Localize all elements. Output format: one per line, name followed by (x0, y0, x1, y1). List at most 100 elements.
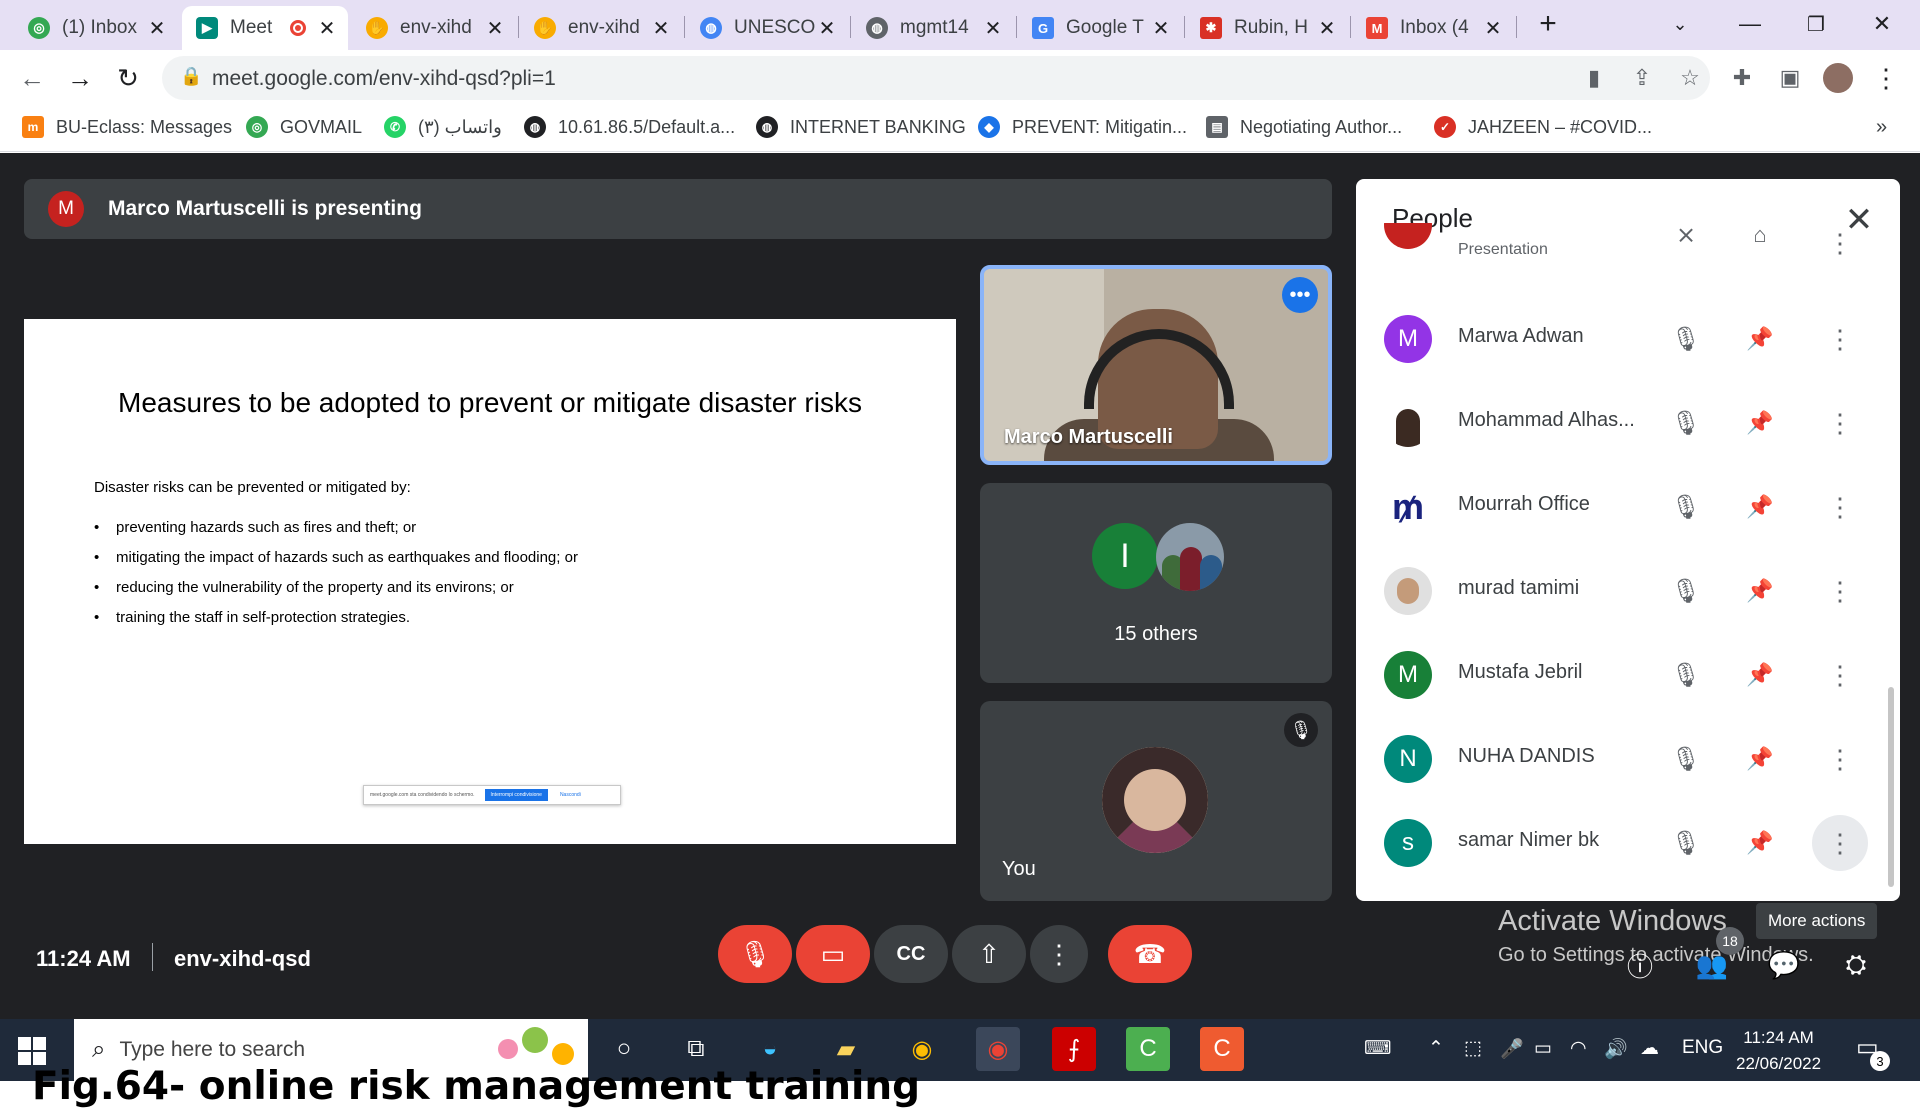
new-tab-button[interactable]: + (1520, 4, 1576, 44)
close-icon[interactable]: ✕ (146, 16, 168, 41)
more-vert-icon[interactable]: ⋮ (1812, 223, 1868, 267)
onedrive-icon[interactable]: ☁ (1640, 1037, 1659, 1060)
bookmark-whatsapp[interactable]: ✆ واتساب (٣) (384, 116, 502, 138)
more-vert-icon[interactable]: ⋮ (1812, 395, 1868, 451)
minimize-button[interactable]: — (1720, 4, 1780, 44)
more-vert-icon[interactable]: ⋮ (1812, 647, 1868, 703)
close-icon[interactable]: ✕ (982, 16, 1004, 41)
meeting-details-icon[interactable]: ⓘ (1618, 943, 1662, 987)
bookmark-star-icon[interactable]: ☆ (1672, 60, 1708, 96)
reload-button[interactable]: ↻ (110, 60, 146, 96)
bookmark-eclass[interactable]: m BU-Eclass: Messages (22, 116, 232, 138)
reading-mode-icon[interactable]: ▣ (1772, 60, 1808, 96)
more-vert-icon[interactable]: ⋮ (1812, 311, 1868, 367)
address-bar[interactable]: 🔒 meet.google.com/env-xihd-qsd?pli=1 ▮ ⇪… (162, 56, 1710, 100)
bookmark-prevent[interactable]: ◆ PREVENT: Mitigatin... (978, 116, 1187, 138)
pin-icon[interactable]: 📌 (1740, 739, 1780, 779)
others-tile[interactable]: I 15 others (980, 483, 1332, 683)
mic-off-icon[interactable]: 🎙 (1666, 487, 1706, 527)
more-options-button[interactable]: ⋮ (1030, 925, 1088, 983)
participant-row[interactable]: s samar Nimer bk 🎙 📌 ⋮ (1356, 799, 1896, 883)
bookmark-negotiating[interactable]: ▤ Negotiating Author... (1206, 116, 1402, 138)
mic-toggle-button[interactable]: 🎙 (718, 925, 792, 983)
chrome-menu-icon[interactable]: ⋮ (1868, 60, 1904, 96)
mic-off-icon[interactable]: 🎙 (1666, 823, 1706, 863)
pin-icon[interactable]: 📌 (1740, 823, 1780, 863)
tab-unesco[interactable]: ◍ UNESCO ✕ (686, 6, 848, 50)
captions-button[interactable]: CC (874, 925, 948, 983)
back-button[interactable]: ← (14, 60, 50, 96)
mic-off-icon[interactable]: 🎙 (1666, 655, 1706, 695)
pin-icon[interactable]: ⌂ (1740, 223, 1780, 255)
more-vert-icon[interactable]: ⋮ (1812, 479, 1868, 535)
tab-search-chevron-icon[interactable]: ⌄ (1650, 4, 1710, 44)
activities-icon[interactable]: ⛭ (1834, 943, 1878, 987)
mic-off-icon[interactable]: 🎙 (1666, 319, 1706, 359)
close-icon[interactable]: ✕ (816, 16, 838, 41)
keyboard-icon[interactable]: ⌨ (1364, 1037, 1391, 1060)
close-icon[interactable]: ✕ (650, 16, 672, 41)
more-vert-icon[interactable]: ⋮ (1812, 815, 1868, 871)
presenter-video-tile[interactable]: Marco Martuscelli ••• (980, 265, 1332, 465)
pin-icon[interactable]: 📌 (1740, 655, 1780, 695)
mic-off-icon[interactable]: 🎙 (1666, 571, 1706, 611)
tab-mgmt14[interactable]: ◍ mgmt14 ✕ (852, 6, 1014, 50)
windows-start-icon[interactable] (18, 1037, 46, 1065)
acrobat-icon[interactable]: ⨍ (1052, 1027, 1096, 1071)
taskbar-clock[interactable]: 11:24 AM 22/06/2022 (1736, 1025, 1821, 1077)
more-bookmarks-chevron-icon[interactable]: » (1876, 116, 1887, 139)
url-text[interactable]: meet.google.com/env-xihd-qsd?pli=1 (212, 67, 556, 91)
more-vert-icon[interactable]: ⋮ (1812, 563, 1868, 619)
meet-now-icon[interactable]: ⬚ (1464, 1037, 1482, 1060)
close-icon[interactable]: ✕ (484, 16, 506, 41)
meeting-code[interactable]: env-xihd-qsd (174, 946, 311, 972)
chrome-profile-icon[interactable]: ◉ (976, 1027, 1020, 1071)
tab-google-translate[interactable]: G Google T ✕ (1018, 6, 1182, 50)
close-icon[interactable]: ✕ (1482, 16, 1504, 41)
more-vert-icon[interactable]: ⋮ (1812, 731, 1868, 787)
camera-toggle-button[interactable]: ▭ (796, 925, 870, 983)
mic-off-icon[interactable]: ⨯ (1666, 223, 1706, 255)
pin-icon[interactable]: 📌 (1740, 319, 1780, 359)
share-icon[interactable]: ⇪ (1624, 60, 1660, 96)
bookmark-internet-banking[interactable]: ◍ INTERNET BANKING (756, 116, 966, 138)
participant-row[interactable]: ₥ Mourrah Office 🎙 📌 ⋮ (1356, 463, 1896, 547)
participant-row[interactable]: Mohammad Alhas... 🎙 📌 ⋮ (1356, 379, 1896, 463)
microphone-icon[interactable]: 🎤 (1500, 1037, 1524, 1061)
close-window-button[interactable]: ✕ (1852, 4, 1912, 44)
self-video-tile[interactable]: 🎙 You (980, 701, 1332, 901)
pin-icon[interactable]: 📌 (1740, 403, 1780, 443)
tab-inbox-whatsapp[interactable]: ◎ (1) Inbox ✕ (14, 6, 178, 50)
bookmark-govmail[interactable]: ◎ GOVMAIL (246, 116, 362, 138)
people-scrollbar[interactable] (1888, 687, 1894, 887)
present-screen-button[interactable]: ⇧ (952, 925, 1026, 983)
show-hidden-icons-chevron-icon[interactable]: ⌃ (1428, 1037, 1444, 1060)
tab-env-xihd-2[interactable]: ✋ env-xihd ✕ (520, 6, 682, 50)
close-icon[interactable]: ✕ (1150, 16, 1172, 41)
tab-rubin[interactable]: ✱ Rubin, H ✕ (1186, 6, 1348, 50)
participant-row[interactable]: M Mustafa Jebril 🎙 📌 ⋮ (1356, 631, 1896, 715)
tab-meet[interactable]: ▶ Meet ✕ (182, 6, 348, 50)
forward-button[interactable]: → (62, 60, 98, 96)
participant-row-partial[interactable]: Presentation ⨯ ⌂ ⋮ (1356, 223, 1896, 267)
bookmark-jahzeen[interactable]: ✓ JAHZEEN – #COVID... (1434, 116, 1652, 138)
tab-env-xihd[interactable]: ✋ env-xihd ✕ (352, 6, 516, 50)
restore-button[interactable]: ❐ (1786, 4, 1846, 44)
camera-icon[interactable]: ▮ (1576, 60, 1612, 96)
close-icon[interactable]: ✕ (1316, 16, 1338, 41)
volume-icon[interactable]: 🔊 (1604, 1037, 1628, 1061)
leave-call-button[interactable]: ☎ (1108, 925, 1192, 983)
chat-icon[interactable]: 💬 (1762, 943, 1806, 987)
profile-avatar[interactable] (1820, 60, 1856, 96)
participant-row[interactable]: M Marwa Adwan 🎙 📌 ⋮ (1356, 295, 1896, 379)
tab-gmail-inbox[interactable]: M Inbox (4 ✕ (1352, 6, 1514, 50)
language-indicator[interactable]: ENG (1682, 1037, 1723, 1059)
extensions-icon[interactable]: ✚ (1724, 60, 1760, 96)
participant-row[interactable]: N NUHA DANDIS 🎙 📌 ⋮ (1356, 715, 1896, 799)
pin-icon[interactable]: 📌 (1740, 487, 1780, 527)
mic-off-icon[interactable]: 🎙 (1666, 739, 1706, 779)
more-options-icon[interactable]: ••• (1282, 277, 1318, 313)
wifi-icon[interactable]: ◠ (1570, 1037, 1587, 1060)
mic-off-icon[interactable]: 🎙 (1666, 403, 1706, 443)
bookmark-default-aspx[interactable]: ◍ 10.61.86.5/Default.a... (524, 116, 735, 138)
